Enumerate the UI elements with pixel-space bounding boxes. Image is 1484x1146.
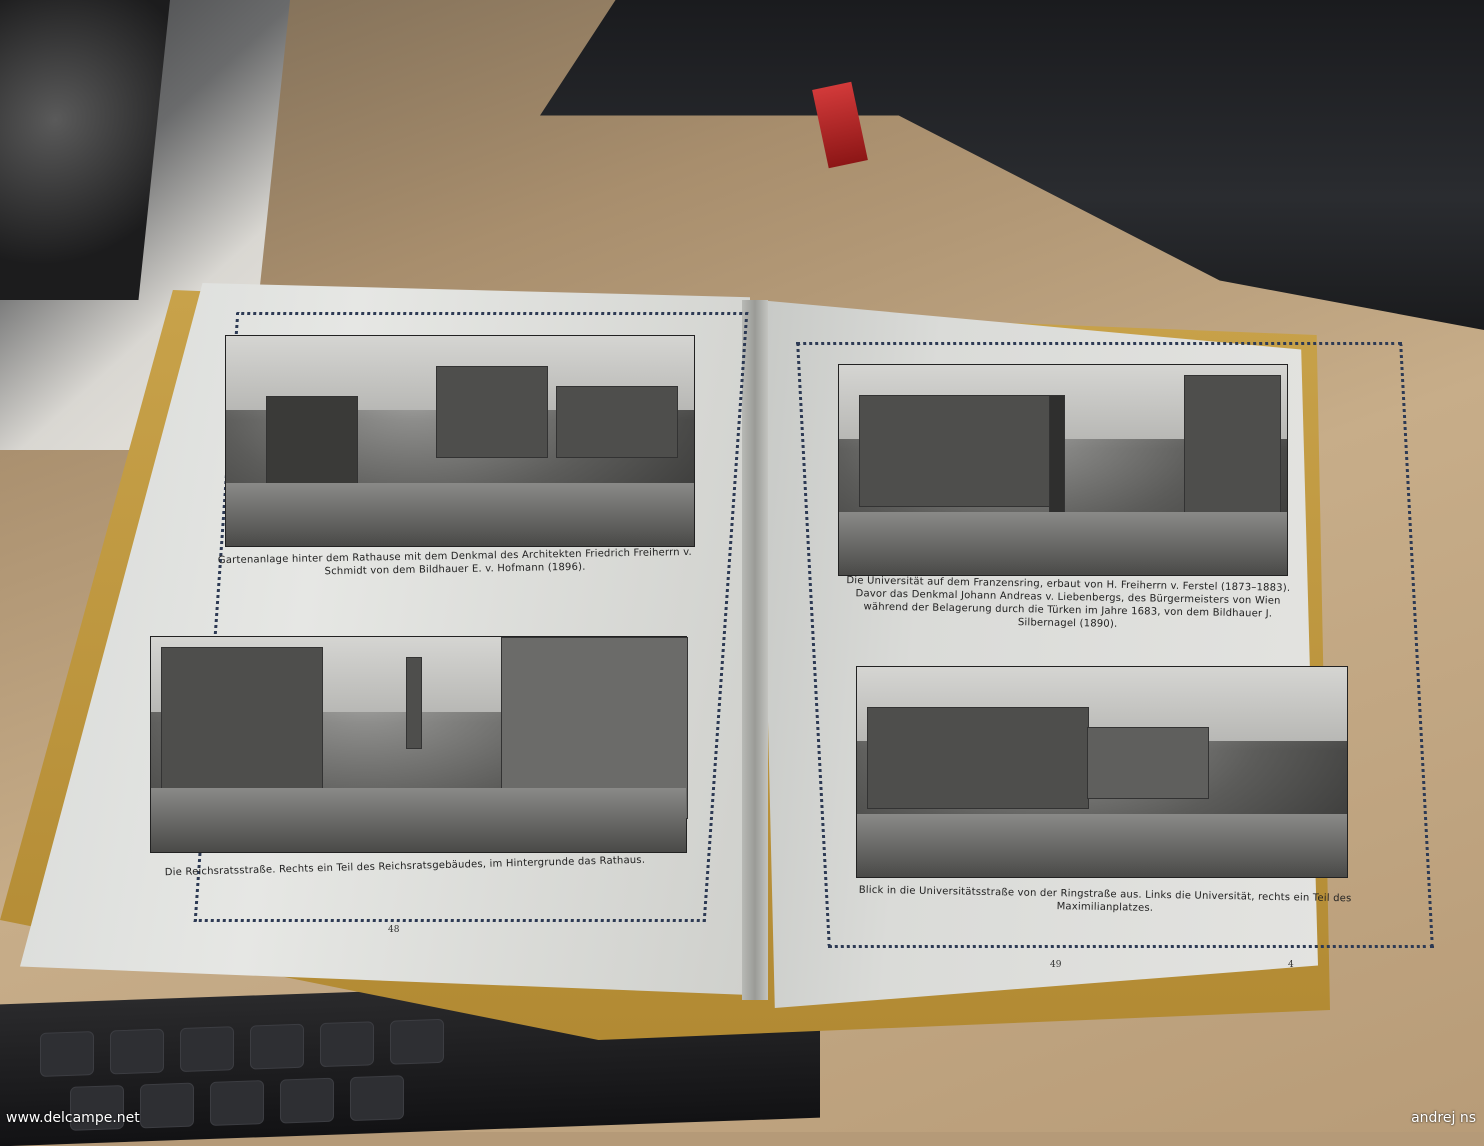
photo-building — [436, 366, 548, 458]
photo-building — [556, 386, 678, 458]
photo-ground — [226, 483, 694, 546]
right-page-number: 49 — [1050, 960, 1062, 970]
keyboard-key — [280, 1077, 334, 1124]
keyboard-key — [320, 1021, 374, 1068]
right-bottom-photo — [856, 666, 1348, 878]
watermark-site: www.delcampe.net — [6, 1110, 140, 1126]
right-top-caption: Die Universität auf dem Franzensring, er… — [846, 575, 1291, 630]
signature-mark: 4 — [1288, 960, 1294, 970]
watermark-user: andrej ns — [1411, 1110, 1476, 1126]
left-bottom-photo — [150, 636, 688, 853]
photo-ground — [151, 787, 686, 852]
photo-building — [859, 395, 1061, 507]
keyboard-key — [140, 1082, 194, 1129]
keyboard-key — [350, 1075, 404, 1122]
left-page-number: 48 — [388, 925, 400, 935]
keyboard-key — [390, 1018, 444, 1065]
book-gutter — [742, 300, 768, 1000]
keyboard-key — [40, 1031, 94, 1077]
keyboard-key — [110, 1028, 164, 1075]
photo-spire — [406, 657, 422, 749]
keyboard-key — [180, 1026, 234, 1073]
keyboard-key — [250, 1023, 304, 1070]
photo-scene: Gartenanlage hinter dem Rathause mit dem… — [0, 0, 1484, 1146]
photo-building — [867, 707, 1089, 809]
keyboard-key — [210, 1080, 264, 1126]
left-top-photo — [225, 335, 695, 547]
photo-ground — [857, 814, 1347, 877]
photo-ground — [839, 512, 1287, 575]
photo-building — [1087, 727, 1209, 799]
right-top-photo — [838, 364, 1288, 576]
dark-photo-print — [0, 0, 170, 300]
